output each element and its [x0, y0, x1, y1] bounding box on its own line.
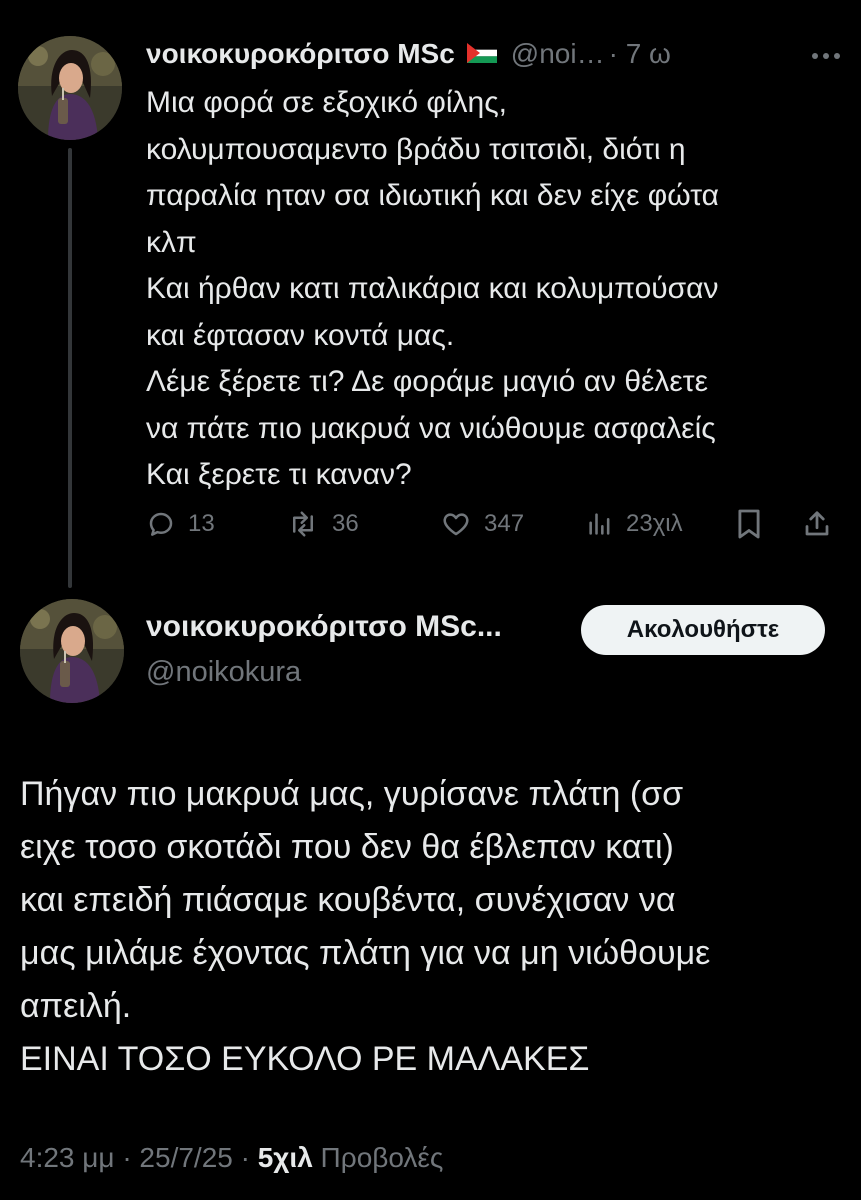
- avatar[interactable]: [18, 36, 122, 140]
- reply-count: 13: [188, 510, 215, 537]
- text-line: κολυμπουσαμεντο βράδυ τσιτσιδι, διότι η: [146, 132, 686, 166]
- text-line: ειχε τοσο σκοτάδι που δεν θα έβλεπαν κατ…: [20, 828, 674, 866]
- heart-icon: [443, 513, 469, 536]
- avatar-illustration: [20, 599, 124, 703]
- text-line: Πήγαν πιο μακρυά μας, γυρίσανε πλάτη (σσ: [20, 775, 684, 813]
- text-line: Μια φορά σε εξοχικό φίλης,: [146, 86, 507, 119]
- text-line: απειλή.: [20, 987, 132, 1025]
- repost-count: 36: [332, 510, 359, 537]
- avatar[interactable]: [20, 599, 124, 703]
- tweet-text: Μια φορά σε εξοχικό φίλης, κολυμπουσαμεν…: [146, 80, 846, 499]
- more-icon[interactable]: [811, 36, 841, 66]
- text-line: κλπ: [146, 225, 197, 259]
- timestamp[interactable]: · 7 ω: [609, 38, 671, 70]
- handle[interactable]: @noi…: [511, 38, 605, 70]
- text-line: ΕΙΝΑΙ ΤΟΣΟ ΕΥΚΟΛΟ ΡΕ ΜΑΛΑΚΕΣ: [20, 1040, 590, 1078]
- text-line: Και ήρθαν κατι παλικάρια και κολυμπούσαν: [146, 272, 719, 305]
- text-line: Λέμε ξέρετε τι? Δε φοράμε μαγιό αν θέλετ…: [146, 365, 709, 398]
- views-button[interactable]: 23χιλ: [586, 502, 683, 546]
- display-name[interactable]: νοικοκυροκόριτσο MSc...: [146, 610, 502, 644]
- reply-icon: [149, 512, 173, 536]
- text-line: παραλία ηταν σα ιδιωτική και δεν είχε φώ…: [146, 179, 720, 212]
- text-line: και επειδή πιάσαμε κουβέντα, συνέχισαν ν…: [20, 881, 676, 919]
- tweet-text: Πήγαν πιο μακρυά μας, γυρίσανε πλάτη (σσ…: [20, 768, 850, 1086]
- reply-button[interactable]: 13: [146, 502, 215, 546]
- handle[interactable]: @noikokura: [146, 656, 301, 689]
- share-icon: [805, 511, 829, 536]
- views-count: 5χιλ: [257, 1142, 313, 1173]
- timestamp[interactable]: 4:23 μμ · 25/7/25 ·: [20, 1142, 258, 1173]
- thread-connector: [68, 148, 72, 588]
- like-count: 347: [484, 510, 525, 537]
- avatar-illustration: [18, 36, 122, 140]
- tweet-header: νοικοκυροκόριτσο MSc @noi… · 7 ω: [146, 34, 843, 74]
- follow-button[interactable]: Ακολουθήστε: [581, 605, 825, 655]
- repost-button[interactable]: 36: [286, 502, 359, 546]
- palestine-flag-icon: [466, 38, 497, 70]
- bookmark-button[interactable]: [736, 502, 762, 546]
- text-line: μας μιλάμε έχοντας πλάτη για να μη νιώθο…: [20, 934, 711, 972]
- views-label: Προβολές: [312, 1142, 444, 1173]
- bookmark-icon: [738, 509, 760, 539]
- action-bar: 13 36 347 23χιλ: [146, 502, 846, 546]
- views-icon: [589, 513, 610, 535]
- tweet-meta: 4:23 μμ · 25/7/25 · 5χιλ Προβολές: [20, 1142, 443, 1174]
- views-count: 23χιλ: [626, 510, 683, 537]
- text-line: και έφτασαν κοντά μας.: [146, 318, 455, 352]
- text-line: Και ξερετε τι καναν?: [146, 458, 412, 491]
- share-button[interactable]: [802, 502, 832, 546]
- text-line: να πάτε πιο μακρυά να νιώθουμε ασφαλείς: [146, 411, 716, 445]
- display-name[interactable]: νοικοκυροκόριτσο MSc: [146, 38, 455, 70]
- like-button[interactable]: 347: [440, 502, 524, 546]
- repost-icon: [293, 511, 313, 537]
